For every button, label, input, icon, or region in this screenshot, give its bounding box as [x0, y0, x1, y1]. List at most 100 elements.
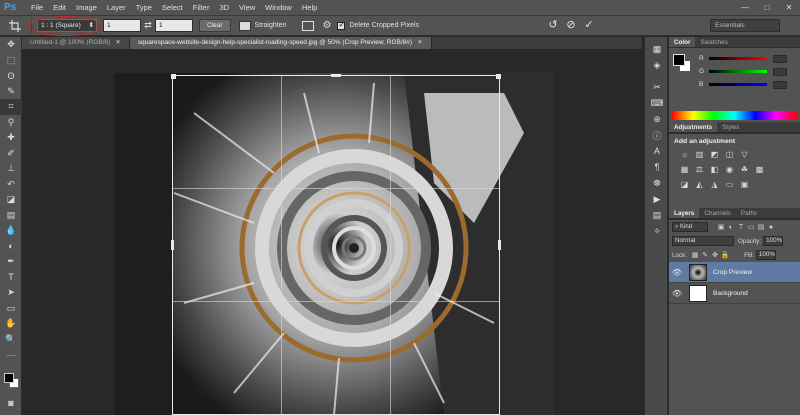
- healing-brush-tool-icon[interactable]: ✚: [0, 130, 22, 146]
- navigator-panel-icon[interactable]: ☸: [645, 175, 669, 191]
- blur-tool-icon[interactable]: 💧: [0, 223, 22, 239]
- straighten-icon[interactable]: [238, 20, 251, 31]
- photo-filter-icon[interactable]: ◉: [724, 164, 735, 175]
- reset-icon[interactable]: ↺: [545, 18, 561, 31]
- crop-handle-top-right[interactable]: [496, 74, 501, 79]
- marquee-tool-icon[interactable]: ⬚: [0, 53, 22, 69]
- layer-name[interactable]: Background: [713, 290, 748, 297]
- lasso-tool-icon[interactable]: ʘ: [0, 68, 22, 84]
- close-button[interactable]: ✕: [778, 0, 800, 16]
- dodge-tool-icon[interactable]: ◐: [0, 239, 22, 255]
- black-white-icon[interactable]: ◧: [709, 164, 720, 175]
- color-foreground-swatch[interactable]: [673, 54, 685, 66]
- tool-presets-icon[interactable]: ✂: [645, 79, 669, 95]
- crop-tool-preset-icon[interactable]: [4, 18, 26, 34]
- brush-panel-icon[interactable]: ⌨: [645, 95, 669, 111]
- green-slider[interactable]: G: [699, 67, 787, 76]
- slider-track[interactable]: [709, 57, 767, 60]
- menu-select[interactable]: Select: [157, 0, 188, 16]
- info-panel-icon[interactable]: ⓘ: [645, 127, 669, 143]
- menu-filter[interactable]: Filter: [188, 0, 215, 16]
- brush-tool-icon[interactable]: ✐: [0, 146, 22, 162]
- character-panel-icon[interactable]: A: [645, 143, 669, 159]
- close-icon[interactable]: ✕: [417, 39, 422, 46]
- menu-3d[interactable]: 3D: [214, 0, 234, 16]
- move-tool-icon[interactable]: ✥: [0, 37, 22, 53]
- color-balance-icon[interactable]: ⚖: [694, 164, 705, 175]
- lock-pixels-icon[interactable]: ▦: [690, 251, 700, 259]
- selective-color-icon[interactable]: ▣: [739, 179, 750, 190]
- threshold-icon[interactable]: ◮: [709, 179, 720, 190]
- exposure-icon[interactable]: ◫: [724, 149, 735, 160]
- foreground-color-swatch[interactable]: [4, 373, 14, 383]
- menu-file[interactable]: File: [26, 0, 48, 16]
- lock-position-icon[interactable]: ✥: [710, 251, 720, 259]
- menu-view[interactable]: View: [234, 0, 260, 16]
- history-panel-icon[interactable]: ▦: [645, 41, 669, 57]
- path-select-tool-icon[interactable]: ➤: [0, 285, 22, 301]
- menu-type[interactable]: Type: [131, 0, 157, 16]
- more-tools-icon[interactable]: ···: [0, 347, 22, 363]
- menu-window[interactable]: Window: [260, 0, 297, 16]
- filter-kind-select[interactable]: ⌕ Kind: [672, 222, 708, 232]
- hand-tool-icon[interactable]: ✋: [0, 316, 22, 332]
- eyedropper-tool-icon[interactable]: ⚲: [0, 115, 22, 131]
- layer-row-crop-preview[interactable]: 👁 Crop Preview: [669, 262, 800, 283]
- color-spectrum-ramp[interactable]: [672, 111, 797, 120]
- crop-tool-icon[interactable]: ⌗: [0, 99, 22, 115]
- brightness-icon[interactable]: ☼: [679, 149, 690, 160]
- menu-edit[interactable]: Edit: [48, 0, 71, 16]
- swap-icon[interactable]: ⇄: [141, 20, 155, 31]
- shape-filter-icon[interactable]: ▭: [746, 223, 756, 231]
- tab-layers[interactable]: Layers: [669, 208, 700, 218]
- slider-track[interactable]: [709, 83, 767, 86]
- close-icon[interactable]: ✕: [115, 39, 120, 46]
- eraser-tool-icon[interactable]: ◪: [0, 192, 22, 208]
- quick-select-tool-icon[interactable]: ✎: [0, 84, 22, 100]
- type-tool-icon[interactable]: T: [0, 270, 22, 286]
- channel-mixer-icon[interactable]: ☘: [739, 164, 750, 175]
- tab-squarespace-image[interactable]: squarespace-website-design-help-speciali…: [129, 37, 432, 49]
- menu-help[interactable]: Help: [297, 0, 322, 16]
- history-brush-tool-icon[interactable]: ↶: [0, 177, 22, 193]
- tab-color[interactable]: Color: [669, 37, 696, 47]
- fill-field[interactable]: 100%: [755, 250, 776, 260]
- gear-icon[interactable]: ⚙: [322, 20, 331, 31]
- clone-source-icon[interactable]: ⊕: [645, 111, 669, 127]
- menu-layer[interactable]: Layer: [102, 0, 131, 16]
- straighten-label[interactable]: Straighten: [255, 22, 287, 29]
- crop-handle-top-left[interactable]: [171, 74, 176, 79]
- tab-styles[interactable]: Styles: [717, 122, 744, 132]
- blue-slider[interactable]: B: [699, 80, 787, 89]
- tab-adjustments[interactable]: Adjustments: [669, 122, 718, 132]
- crop-handle-left[interactable]: [171, 240, 174, 250]
- aspect-ratio-select[interactable]: 1 : 1 (Square) ⬍: [37, 19, 97, 32]
- crop-handle-top[interactable]: [331, 74, 341, 77]
- layer-row-background[interactable]: 👁 Background: [669, 283, 800, 304]
- ratio-width-field[interactable]: 1: [103, 19, 141, 32]
- styles-panel-icon[interactable]: ✧: [645, 223, 669, 239]
- paragraph-panel-icon[interactable]: ¶: [645, 159, 669, 175]
- filter-toggle-icon[interactable]: ●: [766, 224, 776, 231]
- swatches-panel-icon[interactable]: ▤: [645, 207, 669, 223]
- crop-handle-right[interactable]: [498, 240, 501, 250]
- slider-value[interactable]: [773, 54, 787, 63]
- quick-mask-icon[interactable]: ◙: [0, 395, 22, 411]
- blend-mode-select[interactable]: Normal: [672, 236, 734, 246]
- levels-icon[interactable]: ▥: [694, 149, 705, 160]
- canvas-area[interactable]: [22, 49, 642, 415]
- delete-cropped-checkbox[interactable]: [337, 20, 346, 30]
- invert-icon[interactable]: ◪: [679, 179, 690, 190]
- maximize-button[interactable]: □: [756, 0, 778, 16]
- slider-track[interactable]: [709, 70, 767, 73]
- properties-panel-icon[interactable]: ◈: [645, 57, 669, 73]
- menu-image[interactable]: Image: [71, 0, 102, 16]
- curves-icon[interactable]: ◩: [709, 149, 720, 160]
- eye-icon[interactable]: 👁: [669, 268, 685, 277]
- clone-stamp-tool-icon[interactable]: ⊥: [0, 161, 22, 177]
- tab-swatches[interactable]: Swatches: [695, 37, 732, 47]
- posterize-icon[interactable]: ◭: [694, 179, 705, 190]
- cancel-icon[interactable]: ⊘: [563, 18, 579, 31]
- vibrance-icon[interactable]: ▽: [739, 149, 750, 160]
- opacity-field[interactable]: 100%: [763, 236, 784, 246]
